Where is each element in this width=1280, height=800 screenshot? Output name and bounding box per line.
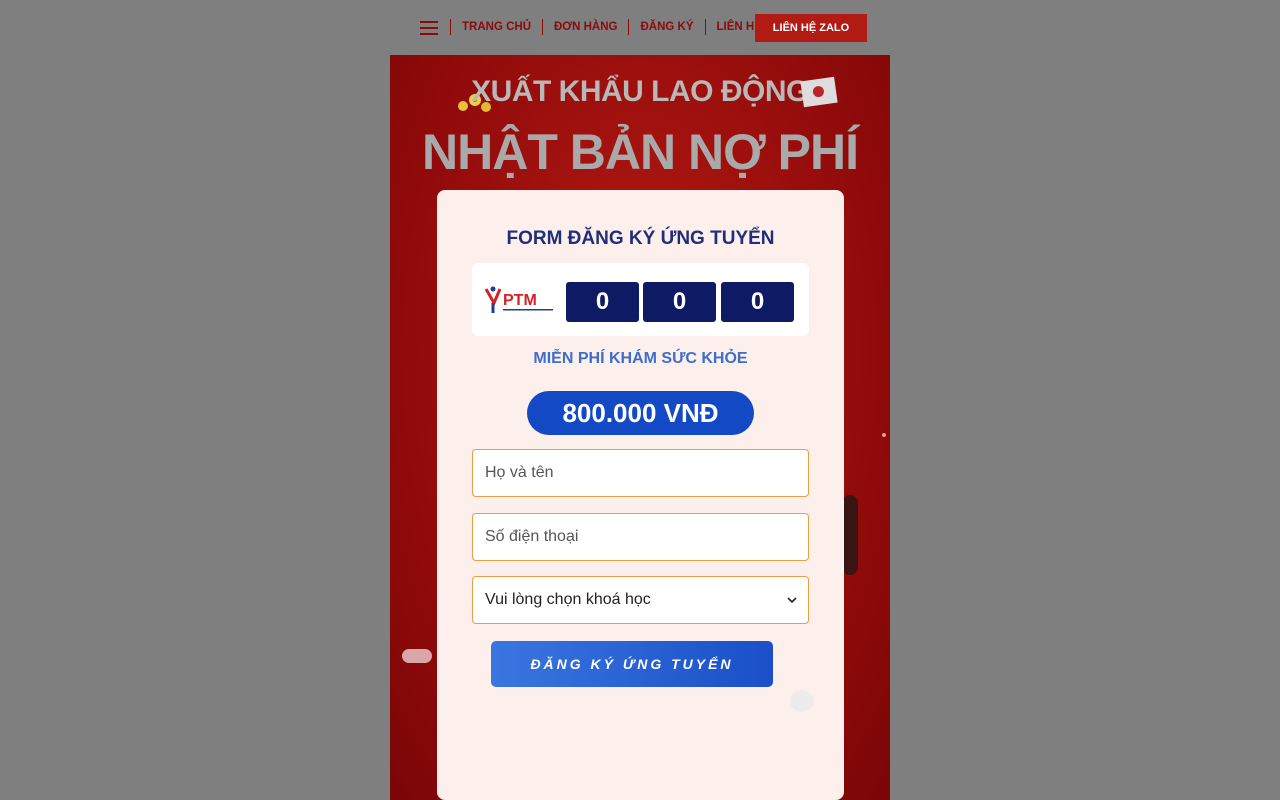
banner-headline-2: NHẬT BẢN NỢ PHÍ xyxy=(422,124,859,180)
ptm-logo-icon: PTM xyxy=(484,286,553,313)
japan-flag-icon xyxy=(800,76,838,108)
registration-form-card: FORM ĐĂNG KÝ ỨNG TUYỂN PTM 0 0 0 MIỄN PH… xyxy=(437,190,844,800)
nav-link-register[interactable]: ĐĂNG KÝ xyxy=(628,19,704,35)
phone-input[interactable] xyxy=(472,513,809,561)
nav-link-orders[interactable]: ĐƠN HÀNG xyxy=(542,19,628,35)
counter-digit: 0 xyxy=(721,282,794,322)
chevron-down-icon xyxy=(787,597,797,604)
nav-link-home[interactable]: TRANG CHỦ xyxy=(450,19,542,35)
contact-zalo-button[interactable]: LIÊN HỆ ZALO xyxy=(755,14,867,42)
submit-application-button[interactable]: ĐĂNG KÝ ỨNG TUYỂN xyxy=(491,641,773,687)
full-name-input[interactable] xyxy=(472,449,809,497)
decor-sparkle xyxy=(882,433,886,437)
top-nav: TRANG CHỦ ĐƠN HÀNG ĐĂNG KÝ LIÊN HỆ LIÊN … xyxy=(0,0,1280,55)
free-health-check-text: MIỄN PHÍ KHÁM SỨC KHỎE xyxy=(533,350,748,367)
decor-cloud xyxy=(402,649,432,663)
hamburger-menu-icon[interactable] xyxy=(420,21,438,35)
decor-dark-shape xyxy=(842,495,858,575)
registration-counter: PTM 0 0 0 xyxy=(472,263,809,336)
chat-bubble-icon[interactable] xyxy=(790,690,814,712)
svg-text:PTM: PTM xyxy=(503,292,537,309)
nav-links: TRANG CHỦ ĐƠN HÀNG ĐĂNG KÝ LIÊN HỆ xyxy=(450,19,773,35)
course-select-value: Vui lòng chọn khoá học xyxy=(485,591,651,608)
counter-digit: 0 xyxy=(566,282,639,322)
counter-digit: 0 xyxy=(643,282,716,322)
price-badge: 800.000 VNĐ xyxy=(527,391,754,435)
form-title: FORM ĐĂNG KÝ ỨNG TUYỂN xyxy=(506,228,775,249)
course-select[interactable]: Vui lòng chọn khoá học xyxy=(472,576,809,624)
